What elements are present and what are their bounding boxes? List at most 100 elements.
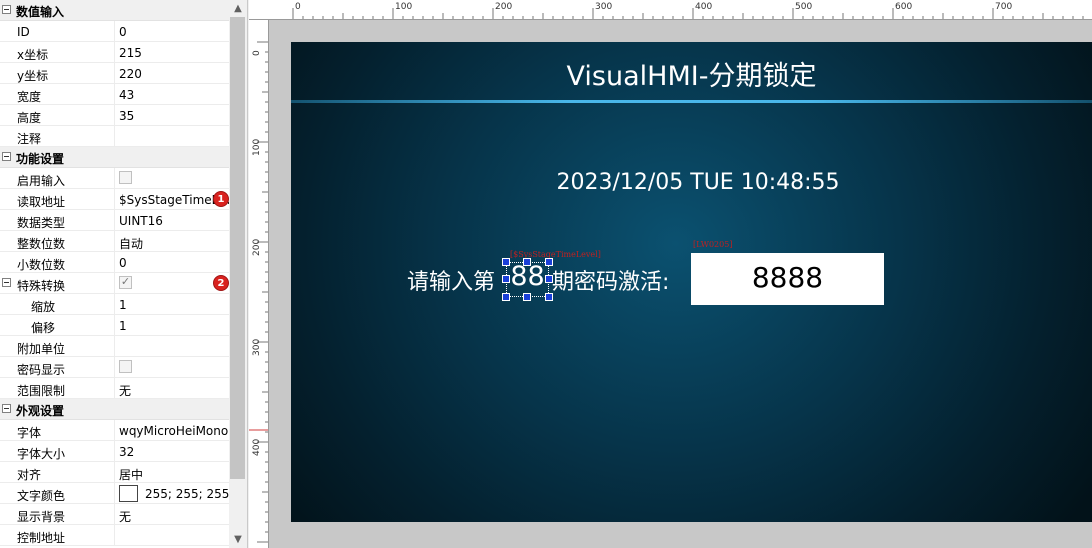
property-value[interactable] [114, 126, 229, 146]
property-row[interactable]: 缩放 1 [0, 294, 229, 315]
resize-handle-right[interactable] [545, 275, 553, 283]
resize-handle-top-right[interactable] [545, 258, 553, 266]
section-title: 外观设置 [16, 404, 65, 418]
selection-outline [506, 262, 549, 297]
property-value[interactable]: wqyMicroHeiMono [114, 420, 229, 440]
property-value[interactable]: 255; 255; 255 [114, 483, 229, 503]
property-row[interactable]: 范围限制 无 [0, 378, 229, 399]
property-row[interactable]: y坐标 220 [0, 63, 229, 84]
property-row[interactable]: 显示背景 无 [0, 504, 229, 525]
property-value[interactable] [114, 168, 229, 188]
property-row[interactable]: 字体 wqyMicroHeiMono [0, 420, 229, 441]
resize-handle-bottom-right[interactable] [545, 293, 553, 301]
property-value-text: 220 [119, 67, 142, 81]
minus-box-icon[interactable] [2, 404, 11, 413]
ruler-label: 600 [895, 2, 913, 12]
property-value[interactable]: 无 [114, 504, 229, 524]
resize-handle-left[interactable] [502, 275, 510, 283]
property-value[interactable]: UINT16 [114, 210, 229, 230]
minus-box-icon[interactable] [2, 152, 11, 161]
property-name: 范围限制 [17, 384, 66, 398]
property-value[interactable] [114, 357, 229, 377]
property-name: 缩放 [31, 300, 56, 314]
property-scrollbar[interactable]: ▲ ▼ [229, 0, 247, 548]
scrollbar-thumb[interactable] [230, 17, 245, 479]
property-row[interactable]: 特殊转换 ✓ 2 [0, 273, 229, 294]
resize-handle-top[interactable] [523, 258, 531, 266]
property-row[interactable]: x坐标 215 [0, 42, 229, 63]
section-header[interactable]: 外观设置 [0, 399, 229, 420]
property-panel: 数值输入 ID 0 x坐标 215 y坐标 220 宽度 43 高度 35 注释 功能设置启用输入 读取地… [0, 0, 248, 548]
property-name: 高度 [17, 111, 42, 125]
property-name: 启用输入 [17, 174, 66, 188]
resize-handle-bottom[interactable] [523, 293, 531, 301]
property-row[interactable]: 字体大小 32 [0, 441, 229, 462]
property-checkbox[interactable] [119, 171, 132, 184]
property-row[interactable]: 启用输入 [0, 168, 229, 189]
property-row[interactable]: 数据类型 UINT16 [0, 210, 229, 231]
ruler-label: 0 [295, 2, 301, 12]
property-name: 特殊转换 [17, 279, 66, 293]
minus-box-icon[interactable] [2, 5, 11, 14]
design-canvas[interactable]: 0 100 200 300 400 500 600 700 0 100 200 300 400 Vis… [249, 0, 1092, 548]
property-value[interactable]: 居中 [114, 462, 229, 482]
resize-handle-bottom-left[interactable] [502, 293, 510, 301]
property-checkbox[interactable]: ✓ [119, 275, 132, 289]
property-row[interactable]: 附加单位 [0, 336, 229, 357]
ruler-label: 200 [252, 238, 262, 256]
property-row[interactable]: 文字颜色 255; 255; 255 [0, 483, 229, 504]
prompt-text-left: 请输入第 [407, 270, 496, 295]
property-row[interactable]: 高度 35 [0, 105, 229, 126]
property-row[interactable]: 对齐 居中 [0, 462, 229, 483]
property-value-text: 无 [119, 384, 132, 398]
property-value[interactable]: 35 [114, 105, 229, 125]
property-row[interactable]: 注释 [0, 126, 229, 147]
property-name: 对齐 [17, 468, 42, 482]
property-value[interactable]: 自动 [114, 231, 229, 251]
property-row[interactable]: 密码显示 [0, 357, 229, 378]
password-input[interactable]: 8888 [691, 253, 884, 305]
property-value[interactable]: 215 [114, 42, 229, 62]
property-value[interactable]: 32 [114, 441, 229, 461]
minus-box-icon[interactable] [2, 278, 11, 287]
chevron-down-icon[interactable]: ▼ [229, 531, 247, 548]
ruler-ticks [292, 8, 1084, 19]
property-value[interactable] [114, 336, 229, 356]
datetime-display: 2023/12/05 TUE 10:48:55 [556, 170, 840, 195]
chevron-up-icon[interactable]: ▲ [229, 0, 247, 17]
property-name: 宽度 [17, 90, 42, 104]
property-row[interactable]: 控制地址 [0, 525, 229, 546]
property-name: 显示背景 [17, 510, 66, 524]
property-value[interactable] [114, 525, 229, 545]
property-value[interactable]: 无 [114, 378, 229, 398]
property-value[interactable]: 1 [114, 315, 229, 335]
property-value-text: 43 [119, 88, 135, 102]
property-row[interactable]: 宽度 43 [0, 84, 229, 105]
property-value[interactable]: 220 [114, 63, 229, 83]
property-value[interactable]: 1 [114, 294, 229, 314]
property-value[interactable]: 0 [114, 21, 229, 41]
property-value-text: 215 [119, 46, 142, 60]
property-name: 文字颜色 [17, 489, 66, 503]
property-value-text: 1 [119, 298, 127, 312]
property-value[interactable]: 43 [114, 84, 229, 104]
hmi-screen[interactable]: VisualHMI-分期锁定 2023/12/05 TUE 10:48:55 请… [291, 42, 1092, 522]
property-value[interactable]: 0 [114, 252, 229, 272]
property-name: x坐标 [17, 48, 49, 62]
ruler-label: 200 [495, 2, 513, 12]
property-row[interactable]: 偏移 1 [0, 315, 229, 336]
section-header[interactable]: 数值输入 [0, 0, 229, 21]
property-value-text: UINT16 [119, 214, 163, 228]
property-row[interactable]: 读取地址 $SysStageTimeLevel1 [0, 189, 229, 210]
property-checkbox[interactable] [119, 360, 132, 373]
property-value[interactable]: $SysStageTimeLevel [114, 189, 229, 209]
property-row[interactable]: 整数位数 自动 [0, 231, 229, 252]
section-header[interactable]: 功能设置 [0, 147, 229, 168]
property-value[interactable]: ✓ [114, 273, 229, 293]
ruler-label: 100 [395, 2, 413, 12]
color-swatch[interactable] [119, 484, 138, 502]
vertical-ruler: 0 100 200 300 400 [249, 20, 269, 548]
property-row[interactable]: ID 0 [0, 21, 229, 42]
property-row[interactable]: 小数位数 0 [0, 252, 229, 273]
resize-handle-top-left[interactable] [502, 258, 510, 266]
